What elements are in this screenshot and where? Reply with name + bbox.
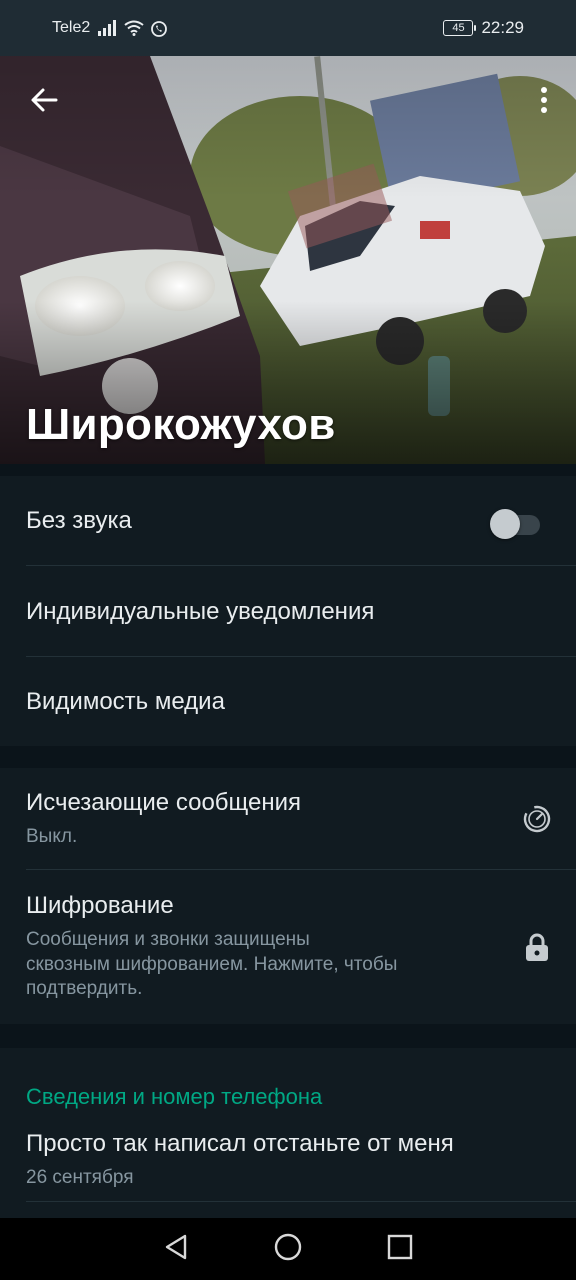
battery-level: 45 bbox=[452, 21, 465, 34]
privacy-section: Исчезающие сообщения Выкл. Шифрование Со… bbox=[0, 768, 576, 1024]
encryption-description: Сообщения и звонки защищены сквозным шиф… bbox=[26, 928, 467, 1002]
encryption-line-3: подтвердить. bbox=[26, 978, 143, 1000]
back-arrow-icon bbox=[30, 86, 58, 119]
wifi-icon bbox=[124, 20, 144, 36]
contact-name: Широкожухов bbox=[26, 400, 336, 449]
nav-home-icon bbox=[274, 1233, 302, 1266]
more-vert-icon bbox=[540, 86, 548, 119]
disappearing-messages-value: Выкл. bbox=[26, 825, 78, 847]
custom-notifications-row[interactable]: Индивидуальные уведомления bbox=[0, 566, 576, 657]
status-right: 45 22:29 bbox=[443, 18, 524, 38]
mute-row[interactable]: Без звука bbox=[0, 476, 576, 566]
disappearing-messages-row[interactable]: Исчезающие сообщения Выкл. bbox=[0, 768, 576, 870]
timer-icon bbox=[520, 802, 554, 836]
lock-icon bbox=[520, 930, 554, 964]
media-visibility-label: Видимость медиа bbox=[26, 687, 225, 715]
clock: 22:29 bbox=[481, 18, 524, 37]
mute-label: Без звука bbox=[26, 507, 132, 534]
about-status-date: 26 сентября bbox=[26, 1166, 134, 1188]
battery-icon: 45 bbox=[443, 20, 477, 36]
about-status-row[interactable]: Просто так написал отстаньте от меня 26 … bbox=[0, 1118, 576, 1202]
toggle-thumb bbox=[490, 509, 520, 539]
system-nav-bar bbox=[0, 1218, 576, 1280]
contact-header: Широкожухов bbox=[0, 56, 576, 464]
whatsapp-icon bbox=[150, 20, 168, 37]
nav-back-button[interactable] bbox=[154, 1227, 198, 1271]
carrier-label: Tele2 bbox=[52, 19, 91, 36]
back-button[interactable] bbox=[22, 82, 66, 122]
nav-home-button[interactable] bbox=[266, 1227, 310, 1271]
about-status-text: Просто так написал отстаньте от меня bbox=[26, 1129, 454, 1157]
about-section-header: Сведения и номер телефона bbox=[0, 1048, 576, 1118]
mute-toggle[interactable] bbox=[490, 509, 540, 539]
notification-settings-section: Без звука Индивидуальные уведомления Вид… bbox=[0, 476, 576, 746]
media-visibility-row[interactable]: Видимость медиа bbox=[0, 657, 576, 746]
about-section: Сведения и номер телефона Просто так нап… bbox=[0, 1048, 576, 1218]
nav-recents-button[interactable] bbox=[378, 1227, 422, 1271]
signal-icon bbox=[98, 20, 117, 36]
encryption-line-2: сквозным шифрованием. Нажмите, чтобы bbox=[26, 953, 398, 975]
custom-notifications-label: Индивидуальные уведомления bbox=[26, 597, 375, 625]
nav-recents-icon bbox=[387, 1234, 413, 1265]
status-bar: Tele2 45 22:29 bbox=[0, 0, 576, 56]
status-left: Tele2 bbox=[52, 19, 168, 37]
about-section-title: Сведения и номер телефона bbox=[26, 1084, 323, 1109]
more-options-button[interactable] bbox=[530, 82, 558, 122]
encryption-label: Шифрование bbox=[26, 891, 174, 919]
encryption-row[interactable]: Шифрование Сообщения и звонки защищены с… bbox=[0, 870, 576, 1024]
nav-back-icon bbox=[163, 1234, 189, 1265]
divider bbox=[26, 1201, 576, 1202]
encryption-line-1: Сообщения и звонки защищены bbox=[26, 928, 310, 950]
disappearing-messages-label: Исчезающие сообщения bbox=[26, 788, 302, 816]
